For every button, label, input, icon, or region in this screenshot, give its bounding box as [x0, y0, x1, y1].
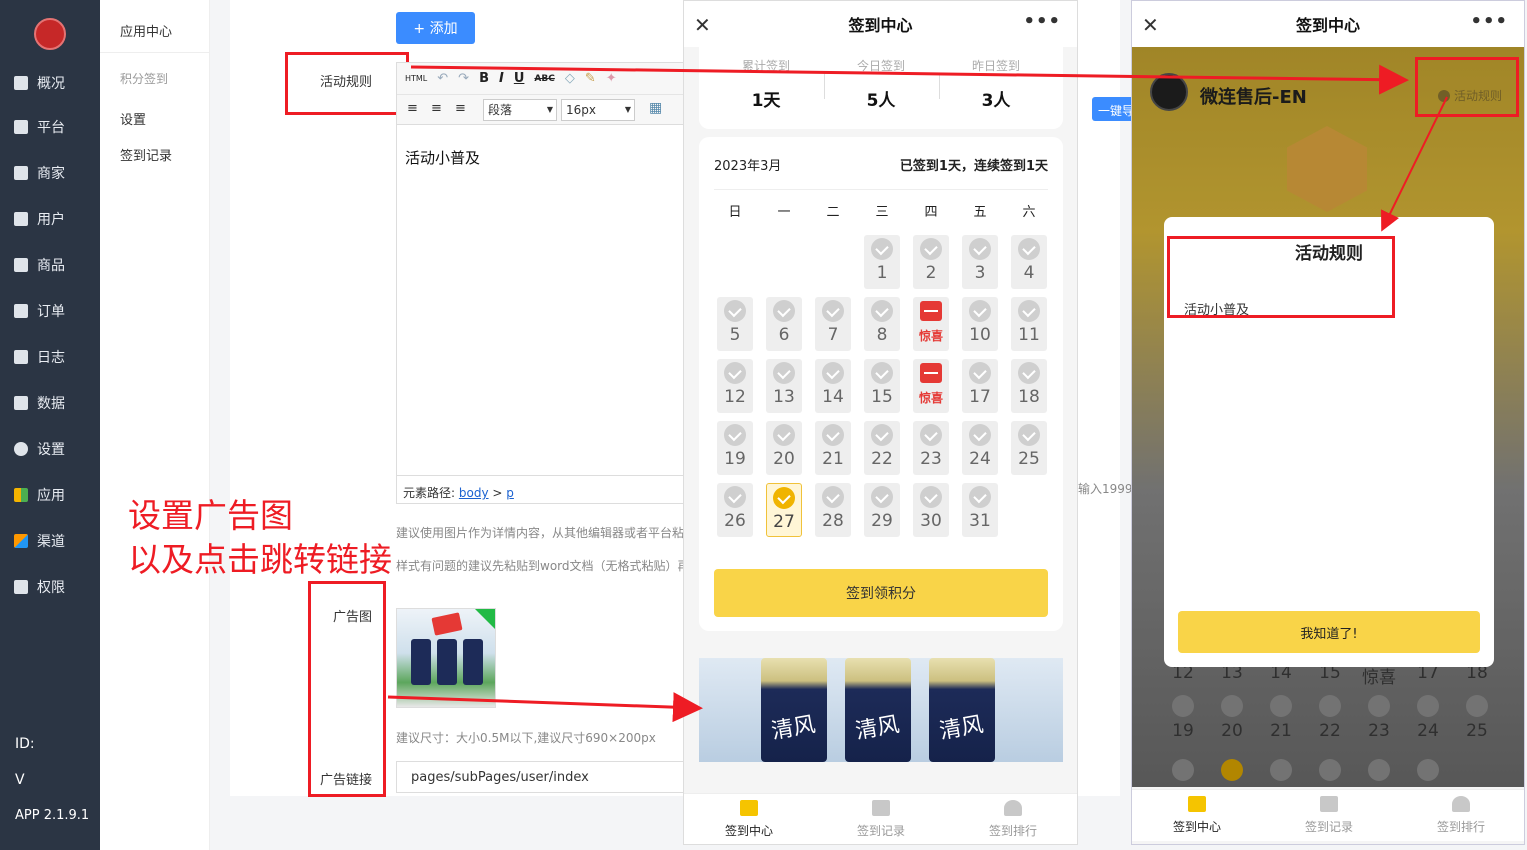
arrow-link-to-modal [1381, 96, 1448, 232]
arrow-rule-to-link [410, 64, 1409, 95]
annotation-arrows [387, 64, 1448, 723]
arrow-ad-to-banner [387, 692, 703, 723]
